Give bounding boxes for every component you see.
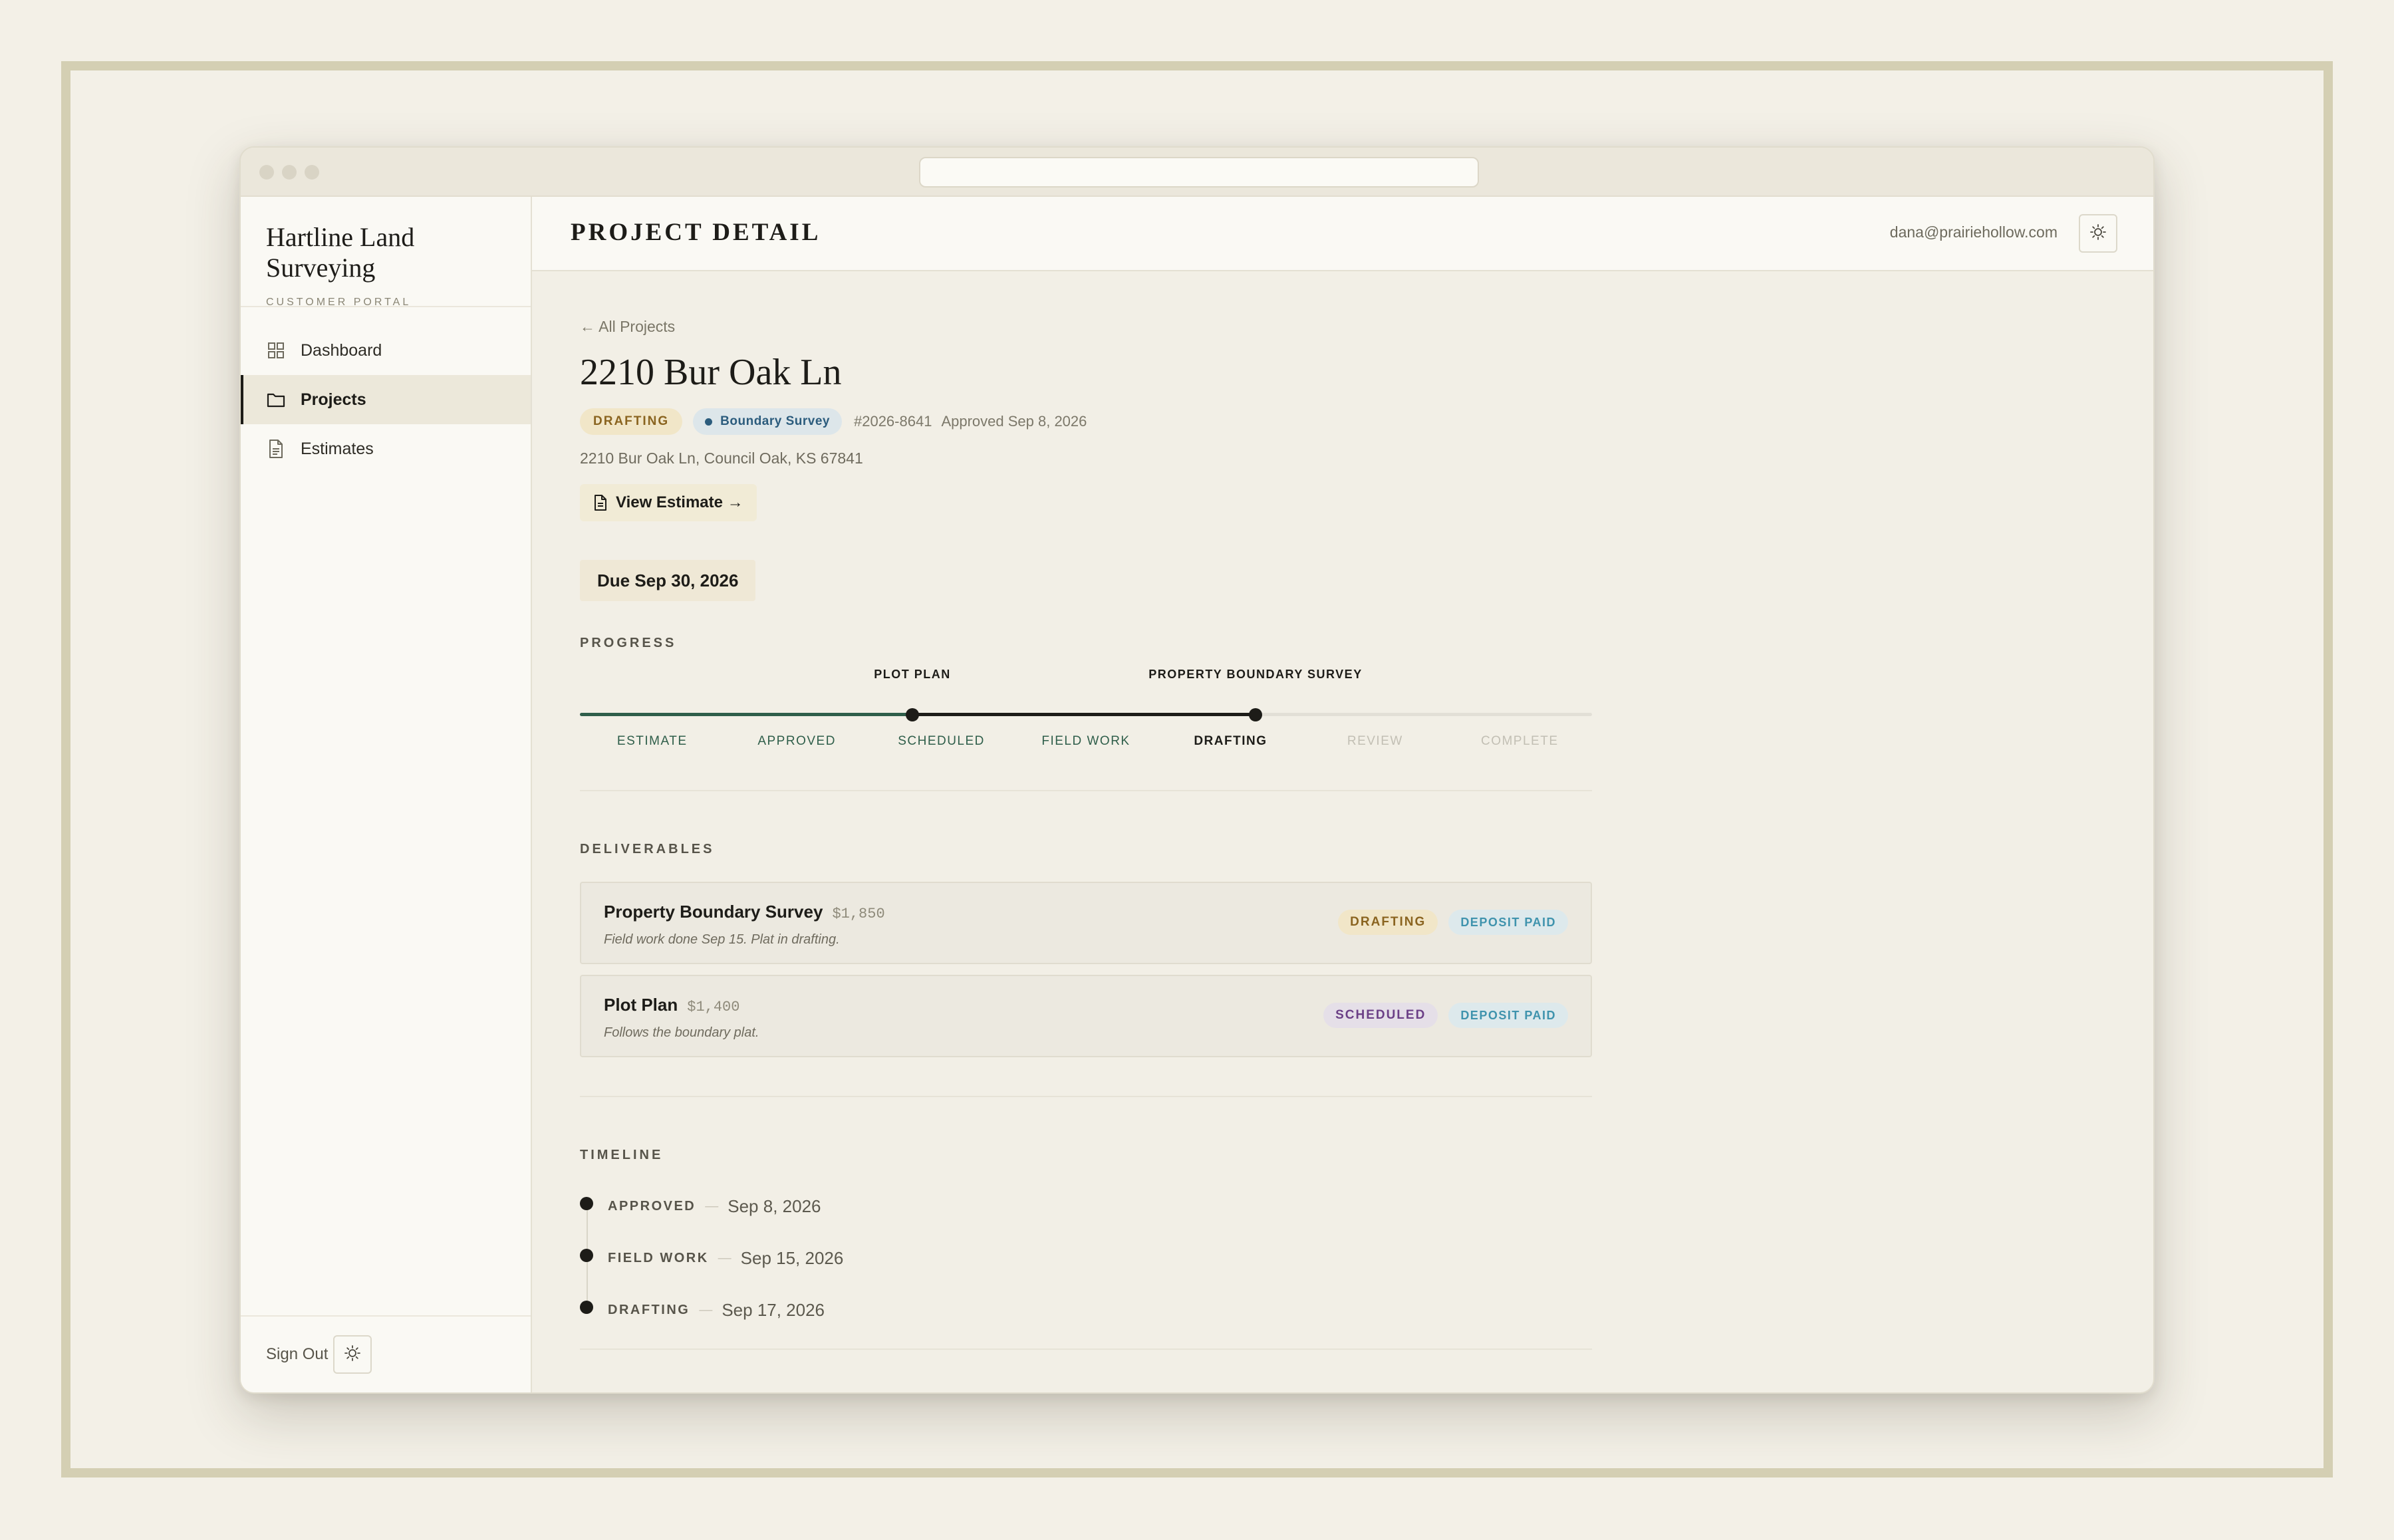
due-date-badge: Due Sep 30, 2026 <box>580 560 756 601</box>
timeline-date: Sep 17, 2026 <box>722 1299 825 1320</box>
user-email: dana@prairiehollow.com <box>1889 223 2058 241</box>
payment-badge: DEPOSIT PAID <box>1448 910 1568 935</box>
stage-approved: APPROVED <box>757 734 836 748</box>
stage-estimate: ESTIMATE <box>616 734 688 748</box>
window-maximize-dot[interactable] <box>305 165 319 180</box>
project-title: 2210 Bur Oak Ln <box>580 352 842 393</box>
timeline-separator: — <box>705 1198 719 1214</box>
progress-fill-done <box>580 713 914 716</box>
deliverable-card[interactable]: Property Boundary Survey $1,850 Field wor… <box>580 882 1592 964</box>
sidebar-nav: Dashboard Projects Estimates <box>241 326 531 473</box>
deliverable-badges: DRAFTING DEPOSIT PAID <box>1327 910 1568 935</box>
deliverable-name: Property Boundary Survey <box>604 902 823 922</box>
sidebar-item-estimates[interactable]: Estimates <box>241 424 531 473</box>
address-bar[interactable] <box>919 157 1479 188</box>
project-number: #2026-8641 <box>853 413 932 430</box>
progress-tracker: PLOT PLAN PROPERTY BOUNDARY SURVEY ESTIM… <box>580 668 1592 761</box>
timeline-separator: — <box>699 1302 713 1317</box>
sun-icon <box>344 1345 361 1365</box>
sidebar-item-projects[interactable]: Projects <box>241 375 531 424</box>
deliverable-status-badge: DRAFTING <box>1338 910 1438 935</box>
deliverable-card[interactable]: Plot Plan $1,400 Follows the boundary pla… <box>580 975 1592 1057</box>
sidebar-item-dashboard[interactable]: Dashboard <box>241 326 531 375</box>
type-badge: Boundary Survey <box>693 408 842 435</box>
type-label: Boundary Survey <box>720 414 830 428</box>
deliverable-title: Plot Plan $1,400 <box>604 995 739 1015</box>
window-close-dot[interactable] <box>259 165 274 180</box>
milestone-label: PLOT PLAN <box>874 668 951 681</box>
approved-date: Approved Sep 8, 2026 <box>941 413 1087 430</box>
view-estimate-label: View Estimate → <box>616 493 743 511</box>
timeline-heading: TIMELINE <box>580 1148 664 1162</box>
project-meta: DRAFTING Boundary Survey #2026-8641 Appr… <box>580 408 1087 435</box>
deliverable-note: Field work done Sep 15. Plat in drafting… <box>604 932 840 947</box>
deliverable-title: Property Boundary Survey $1,850 <box>604 902 885 922</box>
browser-window: Hartline Land Surveying CUSTOMER PORTAL … <box>239 146 2155 1394</box>
milestone-label: PROPERTY BOUNDARY SURVEY <box>1148 668 1363 681</box>
folder-icon <box>266 390 286 410</box>
divider <box>580 790 1592 791</box>
document-icon <box>266 439 286 459</box>
back-link[interactable]: ← All Projects <box>580 318 675 336</box>
top-bar: PROJECT DETAIL dana@prairiehollow.com <box>532 197 2153 271</box>
grid-icon <box>266 340 286 360</box>
project-address: 2210 Bur Oak Ln, Council Oak, KS 67841 <box>580 449 863 467</box>
window-titlebar <box>241 148 2153 197</box>
timeline-item: APPROVED — Sep 8, 2026 <box>580 1193 821 1219</box>
sign-out-link[interactable]: Sign Out <box>266 1345 328 1364</box>
progress-heading: PROGRESS <box>580 636 677 650</box>
type-dot <box>705 418 713 426</box>
timeline-dot <box>580 1301 593 1314</box>
sidebar-footer: Sign Out <box>241 1315 531 1392</box>
timeline-dot <box>580 1249 593 1262</box>
sidebar-item-label: Projects <box>301 390 366 409</box>
deliverable-badges: SCHEDULED DEPOSIT PAID <box>1313 1003 1568 1028</box>
brand-name: Hartline Land Surveying <box>266 222 415 283</box>
deliverable-status-badge: SCHEDULED <box>1323 1003 1438 1028</box>
timeline-date: Sep 8, 2026 <box>728 1196 821 1216</box>
main-panel: PROJECT DETAIL dana@prairiehollow.com ← … <box>532 197 2153 1392</box>
progress-fill-active <box>912 713 1256 716</box>
deliverable-price: $1,400 <box>687 999 740 1015</box>
milestone-marker <box>1249 708 1262 721</box>
stage-complete: COMPLETE <box>1480 734 1559 748</box>
sidebar-item-label: Dashboard <box>301 340 382 360</box>
page-title: PROJECT DETAIL <box>571 219 821 246</box>
divider <box>580 1348 1592 1350</box>
stage-labels: ESTIMATE APPROVED SCHEDULED FIELD WORK D… <box>580 734 1592 749</box>
timeline-item: DRAFTING — Sep 17, 2026 <box>580 1297 825 1323</box>
sidebar-item-label: Estimates <box>301 439 374 458</box>
brand: Hartline Land Surveying CUSTOMER PORTAL <box>241 197 531 308</box>
timeline-label: APPROVED <box>608 1198 696 1214</box>
brand-subtitle: CUSTOMER PORTAL <box>266 297 412 308</box>
deliverable-name: Plot Plan <box>604 995 678 1015</box>
stage-scheduled: SCHEDULED <box>898 734 985 748</box>
timeline-item: FIELD WORK — Sep 15, 2026 <box>580 1245 843 1271</box>
deliverables-heading: DELIVERABLES <box>580 842 715 856</box>
timeline-date: Sep 15, 2026 <box>740 1247 844 1268</box>
timeline-label: DRAFTING <box>608 1302 690 1317</box>
stage-review: REVIEW <box>1347 734 1403 748</box>
theme-toggle-button[interactable] <box>333 1335 372 1374</box>
deliverable-note: Follows the boundary plat. <box>604 1025 759 1040</box>
sun-icon <box>2089 223 2107 244</box>
timeline-separator: — <box>718 1250 732 1265</box>
view-estimate-button[interactable]: View Estimate → <box>580 484 757 521</box>
theme-toggle-button[interactable] <box>2079 214 2117 253</box>
payment-badge: DEPOSIT PAID <box>1448 1003 1568 1028</box>
timeline-dot <box>580 1197 593 1210</box>
timeline-label: FIELD WORK <box>608 1250 709 1265</box>
milestone-marker <box>906 708 919 721</box>
sidebar: Hartline Land Surveying CUSTOMER PORTAL … <box>241 197 532 1392</box>
document-icon <box>593 494 608 511</box>
stage-drafting: DRAFTING <box>1194 734 1267 748</box>
divider <box>580 1096 1592 1097</box>
status-badge: DRAFTING <box>580 408 683 435</box>
stage-field-work: FIELD WORK <box>1041 734 1130 748</box>
window-minimize-dot[interactable] <box>282 165 297 180</box>
deliverable-price: $1,850 <box>832 906 885 922</box>
